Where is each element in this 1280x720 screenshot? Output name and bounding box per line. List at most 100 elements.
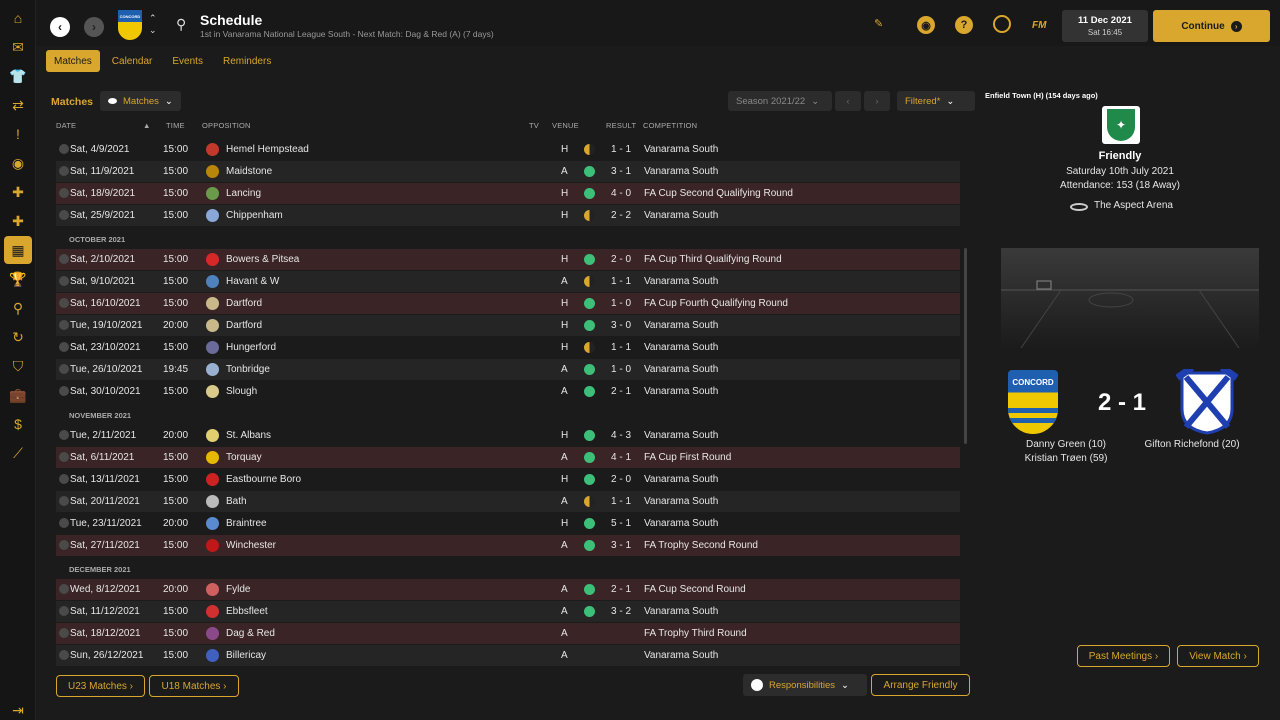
competition[interactable]: Vanarama South bbox=[644, 320, 718, 331]
opponent-name[interactable]: Havant & W bbox=[226, 276, 279, 287]
trends-icon[interactable]: ⟋ bbox=[8, 443, 28, 463]
match-header[interactable]: Enfield Town (H) (154 days ago) bbox=[985, 91, 1098, 100]
fm-logo[interactable]: FM bbox=[1032, 20, 1046, 31]
competition[interactable]: Vanarama South bbox=[644, 144, 718, 155]
next-season-button[interactable]: › bbox=[864, 91, 890, 111]
opponent-name[interactable]: Tonbridge bbox=[226, 364, 270, 375]
prev-season-button[interactable]: ‹ bbox=[835, 91, 861, 111]
club-icon[interactable]: ⛉ bbox=[8, 356, 28, 376]
opponent-name[interactable]: Dartford bbox=[226, 320, 262, 331]
result[interactable]: 3 - 0 bbox=[611, 320, 631, 331]
finances-icon[interactable]: 💼 bbox=[8, 385, 28, 405]
competition[interactable]: Vanarama South bbox=[644, 276, 718, 287]
opponent-name[interactable]: Braintree bbox=[226, 518, 267, 529]
result[interactable]: 1 - 1 bbox=[611, 496, 631, 507]
chevron-down-icon[interactable]: ⌄ bbox=[149, 25, 157, 36]
forward-button[interactable]: › bbox=[84, 17, 104, 37]
fixture-row[interactable]: Sun, 26/12/2021 15:00 Billericay A Vanarama … bbox=[56, 645, 960, 666]
training-icon[interactable]: ◉ bbox=[8, 153, 28, 173]
tab-matches[interactable]: Matches bbox=[46, 50, 100, 72]
fixture-row[interactable]: Sat, 6/11/2021 15:00 Torquay A 4 - 1 FA Cup F… bbox=[56, 447, 960, 468]
competitions-icon[interactable]: 🏆 bbox=[8, 269, 28, 289]
dynamics-icon[interactable]: ↻ bbox=[8, 327, 28, 347]
fixture-row[interactable]: Sat, 13/11/2021 15:00 Eastbourne Boro H 2 - … bbox=[56, 469, 960, 490]
opponent-name[interactable]: Torquay bbox=[226, 452, 262, 463]
u18-matches-button[interactable]: U18 Matches › bbox=[149, 675, 239, 697]
opponent-name[interactable]: Hungerford bbox=[226, 342, 276, 353]
scouting-icon[interactable]: ✚ bbox=[8, 211, 28, 231]
tab-calendar[interactable]: Calendar bbox=[104, 50, 161, 72]
responsibilities-button[interactable]: Responsibilities ⌄ bbox=[743, 674, 867, 696]
competition[interactable]: Vanarama South bbox=[644, 210, 718, 221]
fixture-row[interactable]: Sat, 18/9/2021 15:00 Lancing H 4 - 0 FA Cup S… bbox=[56, 183, 960, 204]
fixture-row[interactable]: Sat, 20/11/2021 15:00 Bath A 1 - 1 Vanarama S… bbox=[56, 491, 960, 512]
fixture-row[interactable]: Sat, 11/9/2021 15:00 Maidstone A 3 - 1 Vanara… bbox=[56, 161, 960, 182]
competition[interactable]: Vanarama South bbox=[644, 606, 718, 617]
col-venue[interactable]: VENUE bbox=[552, 121, 579, 130]
fixture-row[interactable]: Sat, 30/10/2021 15:00 Slough A 2 - 1 Vanarama… bbox=[56, 381, 960, 402]
competition[interactable]: FA Trophy Second Round bbox=[644, 540, 758, 551]
col-date[interactable]: DATE bbox=[56, 121, 76, 130]
result[interactable]: 2 - 0 bbox=[611, 474, 631, 485]
fixture-row[interactable]: Sat, 16/10/2021 15:00 Dartford H 1 - 0 FA Cup… bbox=[56, 293, 960, 314]
fixture-row[interactable]: Sat, 23/10/2021 15:00 Hungerford H 1 - 1 Vana… bbox=[56, 337, 960, 358]
tab-reminders[interactable]: Reminders bbox=[215, 50, 279, 72]
opponent-name[interactable]: Winchester bbox=[226, 540, 276, 551]
result[interactable]: 3 - 1 bbox=[611, 166, 631, 177]
opponent-name[interactable]: Chippenham bbox=[226, 210, 283, 221]
result[interactable]: 1 - 1 bbox=[611, 276, 631, 287]
search-icon[interactable]: ⚲ bbox=[176, 16, 186, 33]
fixture-row[interactable]: Sat, 11/12/2021 15:00 Ebbsfleet A 3 - 2 Vanar… bbox=[56, 601, 960, 622]
result[interactable]: 3 - 1 bbox=[611, 540, 631, 551]
tab-events[interactable]: Events bbox=[164, 50, 211, 72]
result[interactable]: 1 - 0 bbox=[611, 298, 631, 309]
opponent-name[interactable]: Bowers & Pitsea bbox=[226, 254, 299, 265]
result[interactable]: 2 - 2 bbox=[611, 210, 631, 221]
fixture-row[interactable]: Sat, 18/12/2021 15:00 Dag & Red A FA Trophy … bbox=[56, 623, 960, 644]
result[interactable]: 1 - 1 bbox=[611, 144, 631, 155]
opponent-name[interactable]: Fylde bbox=[226, 584, 250, 595]
money-icon[interactable]: $ bbox=[8, 414, 28, 434]
col-time[interactable]: TIME bbox=[166, 121, 185, 130]
result[interactable]: 5 - 1 bbox=[611, 518, 631, 529]
transfers-icon[interactable]: ⇄ bbox=[8, 95, 28, 115]
past-meetings-button[interactable]: Past Meetings › bbox=[1077, 645, 1170, 667]
fixture-row[interactable]: Tue, 19/10/2021 20:00 Dartford H 3 - 0 Vanara… bbox=[56, 315, 960, 336]
fixture-row[interactable]: Sat, 4/9/2021 15:00 Hemel Hempstead H 1 - 1 V… bbox=[56, 139, 960, 160]
medical-icon[interactable]: ✚ bbox=[8, 182, 28, 202]
competition[interactable]: Vanarama South bbox=[644, 496, 718, 507]
competition[interactable]: FA Cup Second Qualifying Round bbox=[644, 188, 793, 199]
col-result[interactable]: RESULT bbox=[606, 121, 636, 130]
competition[interactable]: Vanarama South bbox=[644, 342, 718, 353]
competition[interactable]: FA Cup First Round bbox=[644, 452, 731, 463]
result[interactable]: 2 - 1 bbox=[611, 386, 631, 397]
view-match-button[interactable]: View Match › bbox=[1177, 645, 1259, 667]
help-icon[interactable]: ? bbox=[955, 16, 973, 34]
scrollbar[interactable] bbox=[964, 248, 967, 444]
opponent-name[interactable]: Lancing bbox=[226, 188, 261, 199]
edit-icon[interactable]: ✎ bbox=[874, 17, 883, 30]
opponent-name[interactable]: Dartford bbox=[226, 298, 262, 309]
search-icon[interactable]: ⚲ bbox=[8, 298, 28, 318]
exit-icon[interactable]: ⇥ bbox=[8, 700, 28, 720]
opponent-name[interactable]: Dag & Red bbox=[226, 628, 275, 639]
competition[interactable]: Vanarama South bbox=[644, 386, 718, 397]
inbox-icon[interactable]: ✉ bbox=[8, 37, 28, 57]
opponent-name[interactable]: Eastbourne Boro bbox=[226, 474, 301, 485]
competition[interactable]: FA Cup Third Qualifying Round bbox=[644, 254, 782, 265]
chevron-up-icon[interactable]: ⌃ bbox=[149, 13, 157, 24]
club-badge[interactable]: CONCORD bbox=[118, 10, 142, 40]
col-competition[interactable]: COMPETITION bbox=[643, 121, 697, 130]
fixture-row[interactable]: Tue, 26/10/2021 19:45 Tonbridge A 1 - 0 Vanar… bbox=[56, 359, 960, 380]
fixture-row[interactable]: Sat, 2/10/2021 15:00 Bowers & Pitsea H 2 - 0… bbox=[56, 249, 960, 270]
competition[interactable]: FA Trophy Third Round bbox=[644, 628, 747, 639]
fixture-row[interactable]: Sat, 27/11/2021 15:00 Winchester A 3 - 1 FA T… bbox=[56, 535, 960, 556]
u23-matches-button[interactable]: U23 Matches › bbox=[56, 675, 145, 697]
squad-icon[interactable]: 👕 bbox=[8, 66, 28, 86]
fixture-row[interactable]: Wed, 8/12/2021 20:00 Fylde A 2 - 1 FA Cup Sec… bbox=[56, 579, 960, 600]
fixture-row[interactable]: Sat, 9/10/2021 15:00 Havant & W A 1 - 1 Vanar… bbox=[56, 271, 960, 292]
competition[interactable]: Vanarama South bbox=[644, 474, 718, 485]
result[interactable]: 1 - 0 bbox=[611, 364, 631, 375]
result[interactable]: 4 - 1 bbox=[611, 452, 631, 463]
home-team-badge[interactable]: CONCORD bbox=[1008, 370, 1058, 434]
